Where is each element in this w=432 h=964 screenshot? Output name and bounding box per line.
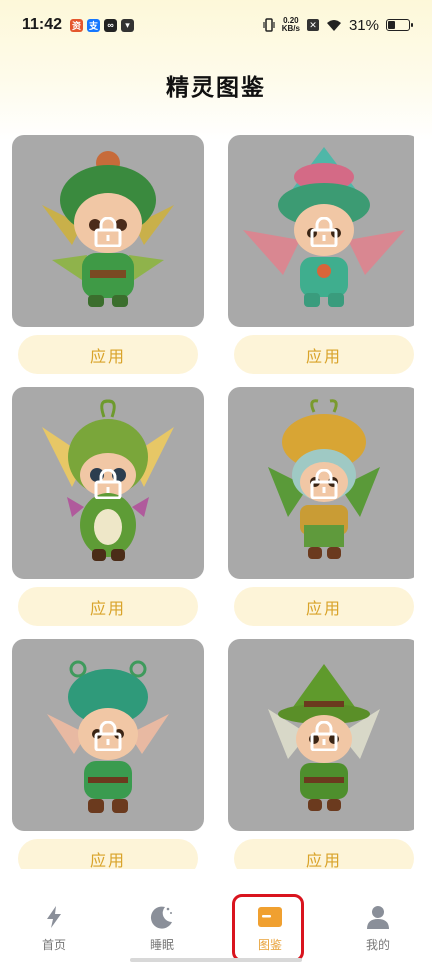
wifi-icon	[326, 19, 341, 31]
elf-card[interactable]: 应用	[12, 387, 204, 626]
tab-label: 首页	[41, 938, 66, 952]
lock-icon	[310, 469, 338, 499]
elf-image[interactable]	[12, 639, 204, 831]
link-app-icon: ∞	[104, 18, 118, 32]
app-notification-icon: 资	[70, 18, 84, 32]
person-icon	[367, 906, 389, 929]
lock-icon	[94, 469, 122, 499]
battery-icon	[386, 19, 413, 31]
lightning-icon	[47, 906, 61, 928]
elf-card[interactable]: 应用	[228, 387, 414, 626]
status-bar: 11:42 资 支 ∞ ▾ 0.20 KB/s ✕ 31%	[0, 0, 432, 50]
notification-icons: 资 支 ∞ ▾	[70, 18, 135, 32]
apply-button[interactable]: 应用	[18, 839, 198, 869]
lock-icon	[310, 721, 338, 751]
elf-image[interactable]	[12, 135, 204, 327]
tab-sleep[interactable]: 睡眠	[108, 878, 216, 964]
tab-label: 睡眠	[149, 938, 174, 952]
bottom-tab-bar: 首页 睡眠 图鉴 我的	[0, 878, 432, 964]
status-time: 11:42	[22, 16, 63, 33]
tab-label: 我的	[365, 938, 390, 952]
apply-button[interactable]: 应用	[234, 587, 414, 626]
elf-grid: 应用 应用 应用 应用 应用 应用	[12, 135, 414, 869]
elf-card[interactable]: 应用	[228, 639, 414, 869]
network-speed: 0.20 KB/s	[281, 16, 300, 33]
tab-home[interactable]: 首页	[0, 878, 108, 964]
message-app-icon: ▾	[121, 18, 135, 32]
apply-button[interactable]: 应用	[234, 839, 414, 869]
moon-icon	[150, 906, 172, 929]
apply-button[interactable]: 应用	[18, 587, 198, 626]
apply-button[interactable]: 应用	[234, 335, 414, 374]
elf-card[interactable]: 应用	[12, 135, 204, 374]
no-sim-icon: ✕	[306, 19, 319, 31]
vibrate-icon	[263, 18, 275, 32]
page-title: 精灵图鉴	[166, 74, 266, 100]
elf-image[interactable]	[228, 135, 414, 327]
elf-image[interactable]	[228, 639, 414, 831]
lock-icon	[94, 721, 122, 751]
battery-percent: 31%	[348, 16, 379, 34]
alipay-icon: 支	[87, 18, 101, 32]
elf-card[interactable]: 应用	[12, 639, 204, 869]
status-indicators: 0.20 KB/s ✕ 31%	[263, 16, 413, 34]
elf-image[interactable]	[12, 387, 204, 579]
apply-button[interactable]: 应用	[18, 335, 198, 374]
highlight-box	[232, 894, 304, 962]
lock-icon	[310, 217, 338, 247]
elf-card[interactable]: 应用	[228, 135, 414, 374]
home-indicator	[130, 958, 302, 962]
elf-image[interactable]	[228, 387, 414, 579]
lock-icon	[94, 217, 122, 247]
tab-profile[interactable]: 我的	[324, 878, 432, 964]
